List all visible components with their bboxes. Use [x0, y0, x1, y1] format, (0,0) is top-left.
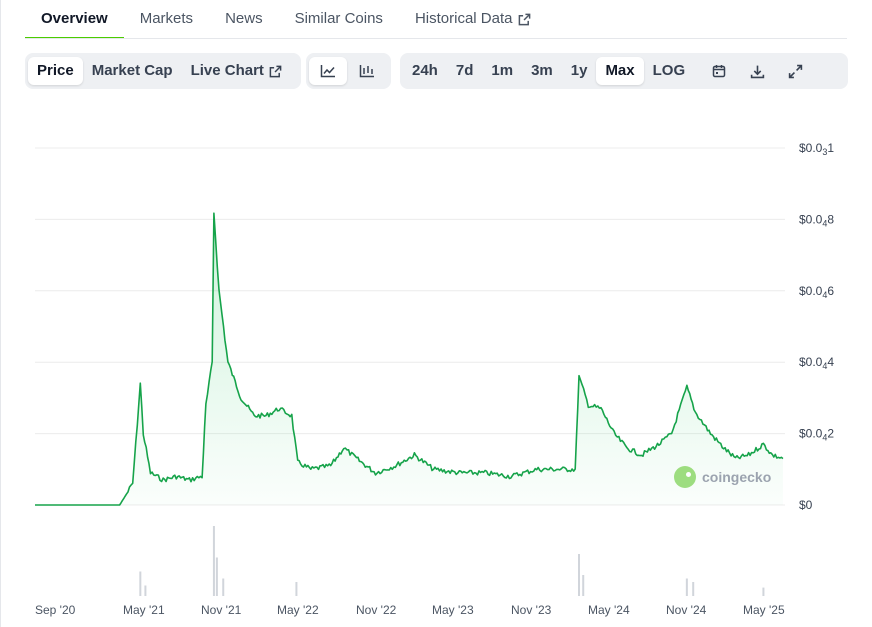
x-tick-label: Nov '21: [201, 603, 242, 617]
x-tick-label: May '23: [432, 603, 474, 617]
y-tick-label: $0.048: [799, 212, 834, 228]
volume-bar: [215, 557, 218, 596]
x-tick-label: May '21: [123, 603, 165, 617]
watermark-text: coingecko: [702, 469, 772, 485]
x-tick-label: Nov '24: [666, 603, 707, 617]
volume-bar: [577, 554, 580, 596]
y-tick-label: $0.031: [799, 141, 834, 157]
y-tick-label: $0: [799, 498, 813, 512]
x-tick-label: May '25: [743, 603, 785, 617]
y-tick-label: $0.042: [799, 427, 834, 443]
coingecko-logo-icon: [674, 466, 696, 488]
x-tick-label: Sep '20: [35, 603, 76, 617]
volume-bar: [212, 526, 215, 596]
x-tick-label: Nov '23: [511, 603, 552, 617]
y-tick-label: $0.046: [799, 284, 834, 300]
volume-bar: [295, 582, 298, 596]
price-chart[interactable]: $0 $0.042 $0.044 $0.046 $0.048 $0.031 Sep '20…: [0, 0, 872, 627]
x-tick-label: Nov '22: [356, 603, 397, 617]
volume-bar: [222, 578, 225, 596]
y-tick-label: $0.044: [799, 355, 834, 371]
volume-bar: [144, 585, 147, 596]
volume-bar: [762, 587, 765, 596]
volume-bar: [685, 578, 688, 596]
volume-bar: [139, 571, 142, 596]
watermark: coingecko: [674, 466, 771, 488]
volume-bar: [692, 582, 695, 596]
x-tick-label: May '22: [277, 603, 319, 617]
x-tick-label: May '24: [588, 603, 630, 617]
volume-bar: [582, 575, 585, 596]
price-area-fill: [35, 213, 783, 505]
